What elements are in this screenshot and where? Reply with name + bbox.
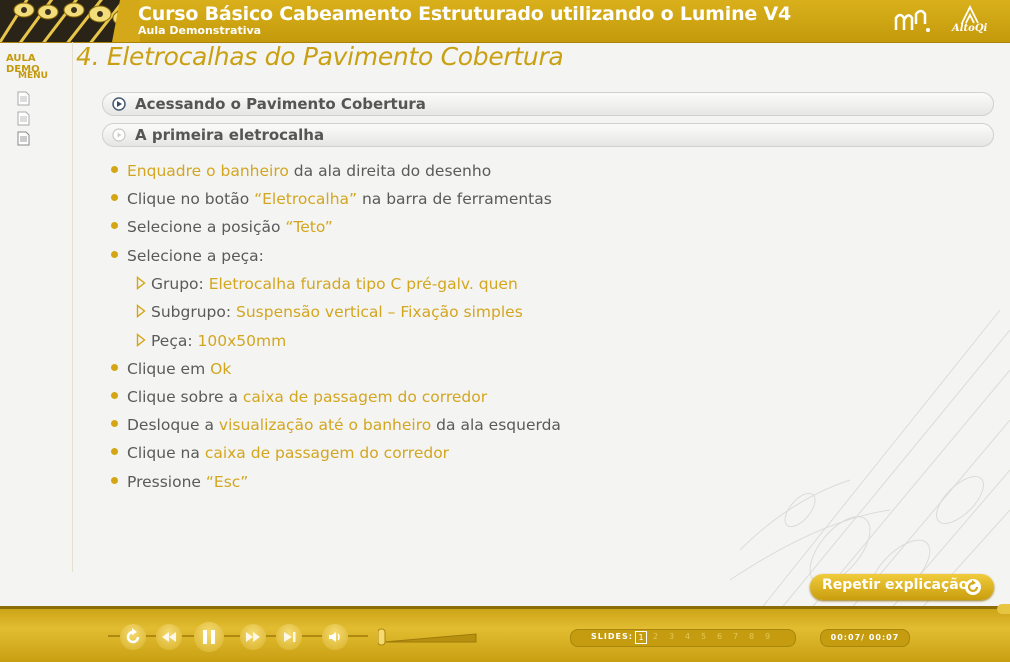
highlighted-text: visualização até o banheiro [218,416,432,434]
instruction-text: da ala esquerda [431,416,561,434]
document-icon[interactable] [17,111,30,126]
instruction-item: Clique na caixa de passagem do corredor [111,444,449,462]
triangle-bullet-icon [136,303,146,318]
sub-instruction-item: Grupo: Eletrocalha furada tipo C pré-gal… [136,275,518,293]
repeat-explanation-button[interactable]: Repetir explicação [810,574,994,600]
slide-number[interactable]: 2 [653,632,658,641]
rewind-icon [162,632,176,642]
app-subtitle: Aula Demonstrativa [138,24,262,37]
bullet-dot-icon [111,166,118,173]
instruction-text: Clique no botão [127,190,255,208]
app-header: Curso Básico Cabeamento Estruturado util… [0,0,1010,42]
highlighted-text: caixa de passagem do corredor [242,388,488,406]
highlighted-text: Enquadre o banheiro [127,162,289,180]
bullet-dot-icon [111,222,118,229]
document-icon[interactable] [17,131,30,146]
highlighted-text: caixa de passagem do corredor [204,444,450,462]
play-circle-icon [112,128,126,142]
instruction-text: Desloque a [127,416,219,434]
cable-sketch-illustration [729,309,1010,610]
highlighted-text: Suspensão vertical – Fixação simples [236,303,523,321]
bullet-dot-icon [111,420,118,427]
instruction-item: Clique no botão “Eletrocalha” na barra d… [111,190,552,208]
slide-number[interactable]: 3 [669,632,674,641]
instruction-text: Grupo: [151,275,209,293]
instruction-item: Selecione a posição “Teto” [111,218,333,236]
instruction-text: Selecione a posição [127,218,286,236]
pause-button[interactable] [194,622,224,652]
slide-current[interactable]: 1 [635,631,647,644]
instruction-item: Clique em Ok [111,360,231,378]
highlighted-text: 100x50mm [197,332,287,350]
slide-number[interactable]: 8 [749,632,754,641]
instruction-item: Clique sobre a caixa de passagem do corr… [111,388,487,406]
play-circle-icon [112,97,126,111]
section-label: A primeira eletrocalha [135,126,325,144]
bullet-dot-icon [111,392,118,399]
slides-indicator: SLIDES: 1 2 3 4 5 6 7 8 9 [570,629,796,647]
bullet-dot-icon [111,194,118,201]
sub-instruction-item: Subgrupo: Suspensão vertical – Fixação s… [136,303,523,321]
highlighted-text: “Teto” [285,218,333,236]
instruction-text: Clique na [127,444,205,462]
pause-icon [203,630,215,644]
menu-label[interactable]: MENU [18,71,48,81]
instruction-text: Clique sobre a [127,388,243,406]
instruction-text: da ala direita do desenho [288,162,492,180]
sub-instruction-item: Peça: 100x50mm [136,332,286,350]
resize-handle[interactable] [997,604,1010,614]
document-icon[interactable] [17,91,30,106]
app-title: Curso Básico Cabeamento Estruturado util… [138,3,792,25]
repeat-label: Repetir explicação [822,577,969,593]
volume-icon [329,632,340,642]
slide-number[interactable]: 6 [717,632,722,641]
next-icon [284,632,296,642]
instruction-text: Selecione a peça: [127,247,264,265]
instruction-item: Enquadre o banheiro da ala direita do de… [111,162,491,180]
next-button[interactable] [276,624,302,650]
instruction-item: Pressione “Esc” [111,473,248,491]
bullet-dot-icon [111,251,118,258]
rewind-button[interactable] [156,624,182,650]
instruction-item: Selecione a peça: [111,247,264,265]
highlighted-text: “Eletrocalha” [254,190,358,208]
volume-button[interactable] [322,624,348,650]
replay-icon [126,628,140,644]
bullet-dot-icon [111,448,118,455]
replay-button[interactable] [120,624,146,650]
section-label: Acessando o Pavimento Cobertura [135,95,426,113]
cable-banner-image [0,0,140,42]
slide-number[interactable]: 5 [701,632,706,641]
slides-label: SLIDES: [591,632,633,641]
section-first-eletrocalha[interactable]: A primeira eletrocalha [102,123,994,147]
volume-slider[interactable] [378,626,478,648]
slide-number[interactable]: 9 [765,632,770,641]
instruction-item: Desloque a visualização até o banheiro d… [111,416,561,434]
left-sidebar: AULA DEMO MENU [0,42,73,572]
slide-number[interactable]: 4 [685,632,690,641]
highlighted-text: “Esc” [205,473,249,491]
altoqi-logo-text: AltoQi [952,23,988,34]
highlighted-text: Ok [210,360,232,378]
forward-button[interactable] [240,624,266,650]
bullet-dot-icon [111,477,118,484]
instruction-text: Peça: [151,332,198,350]
slide-number[interactable]: 7 [733,632,738,641]
forward-icon [246,632,260,642]
instruction-text: na barra de ferramentas [357,190,552,208]
instruction-text: Subgrupo: [151,303,237,321]
mn-logo-icon [894,9,930,32]
refresh-icon [965,579,981,595]
page-title: 4. Eletrocalhas do Pavimento Cobertura [76,42,564,71]
bullet-dot-icon [111,364,118,371]
section-accessing-cobertura[interactable]: Acessando o Pavimento Cobertura [102,92,994,116]
time-display: 00:07/ 00:07 [820,629,910,647]
instruction-text: Clique em [127,360,211,378]
triangle-bullet-icon [136,275,146,290]
triangle-bullet-icon [136,332,146,347]
instruction-text: Pressione [127,473,206,491]
highlighted-text: Eletrocalha furada tipo C pré-galv. quen [208,275,518,293]
